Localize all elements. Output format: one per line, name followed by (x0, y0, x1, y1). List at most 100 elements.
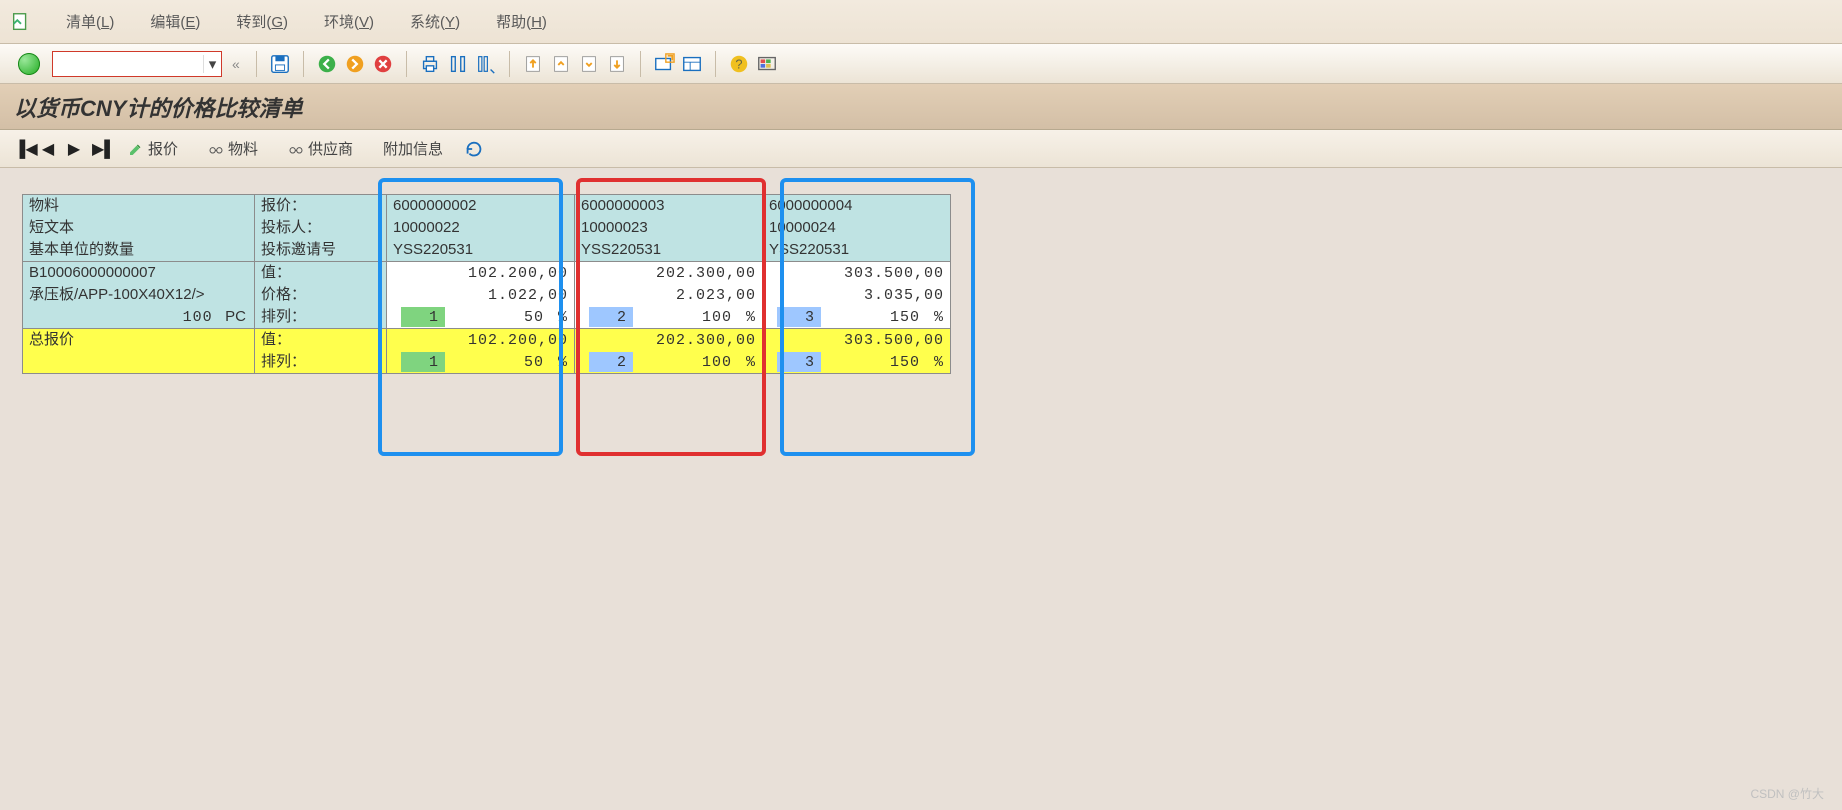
label-rank2: 排列： (255, 351, 386, 373)
quote3-bidder: 10000024 (763, 217, 950, 239)
quote2-total-rank: 2 (589, 352, 633, 372)
percent-sign: % (924, 309, 944, 326)
document-icon[interactable] (10, 11, 32, 33)
quote2-number: 6000000003 (575, 195, 762, 217)
quote1-rank: 1 (401, 307, 445, 327)
quote2-header: 6000000003 10000023 YSS220531 (575, 195, 763, 262)
label-baseqty: 基本单位的数量 (23, 239, 254, 261)
quote3-rank-row: 3 150 % (763, 306, 950, 328)
command-input[interactable] (53, 52, 203, 76)
label-value2: 值： (255, 329, 386, 351)
quote1-bidder: 10000022 (387, 217, 574, 239)
quote2-rank-row: 2 100 % (575, 306, 762, 328)
quote1-values: 102.200,00 1.022,00 1 50 % (387, 262, 575, 329)
material-code: B10006000000007 (23, 262, 254, 284)
quote1-header: 6000000002 10000022 YSS220531 (387, 195, 575, 262)
system-toolbar: ▾ « ? (0, 44, 1842, 84)
help-icon[interactable]: ? (728, 53, 750, 75)
separator (406, 51, 407, 77)
total-subtitle-cell: 值： 排列： (255, 329, 387, 374)
quote1-total-value: 102.200,00 (387, 329, 574, 351)
prev-page-icon[interactable] (550, 53, 572, 75)
separator (640, 51, 641, 77)
label-shorttext: 短文本 (23, 217, 254, 239)
quote3-total: 303.500,00 3 150 % (763, 329, 951, 374)
quote1-number: 6000000002 (387, 195, 574, 217)
back-icon[interactable] (316, 53, 338, 75)
watermark: CSDN @竹大 (1750, 785, 1824, 802)
quote3-value: 303.500,00 (763, 262, 950, 284)
find-next-icon[interactable] (475, 53, 497, 75)
next-page-icon[interactable] (578, 53, 600, 75)
first-page-icon[interactable] (522, 53, 544, 75)
menu-goto[interactable]: 转到(G) (218, 5, 306, 38)
quote3-total-rank: 3 (777, 352, 821, 372)
quote3-rank: 3 (777, 307, 821, 327)
quote3-total-rank-row: 3 150 % (763, 351, 950, 373)
quote-button[interactable]: 报价 (118, 135, 188, 162)
quote1-pct: 50 (524, 309, 544, 326)
glasses-icon (288, 141, 304, 157)
menu-list[interactable]: 清单(L) (48, 5, 132, 38)
header-material-col: 物料 短文本 基本单位的数量 (23, 195, 255, 262)
guillemet-icon[interactable]: « (228, 56, 244, 72)
comparison-grid: 物料 短文本 基本单位的数量 报价： 投标人： 投标邀请号 6000000002… (22, 194, 951, 374)
material-button[interactable]: 物料 (198, 135, 268, 162)
quote1-price: 1.022,00 (387, 284, 574, 306)
percent-sign: % (548, 354, 568, 371)
save-icon[interactable] (269, 53, 291, 75)
quote2-total: 202.300,00 2 100 % (575, 329, 763, 374)
extra-info-button[interactable]: 附加信息 (373, 135, 453, 162)
chevron-down-icon[interactable]: ▾ (203, 55, 221, 73)
quote1-value: 102.200,00 (387, 262, 574, 284)
new-session-icon[interactable] (653, 53, 675, 75)
quote1-rfq: YSS220531 (387, 239, 574, 261)
header-labels-col: 报价： 投标人： 投标邀请号 (255, 195, 387, 262)
menu-bar: 清单(L) 编辑(E) 转到(G) 环境(V) 系统(Y) 帮助(H) (0, 0, 1842, 44)
separator (303, 51, 304, 77)
total-label-cell: 总报价 (23, 329, 255, 374)
label-total: 总报价 (23, 329, 254, 351)
cancel-icon[interactable] (372, 53, 394, 75)
menu-system[interactable]: 系统(Y) (392, 5, 478, 38)
refresh-icon[interactable] (463, 138, 485, 160)
nav-next-icon[interactable]: ▶ (66, 139, 82, 159)
nav-last-icon[interactable]: ▶▌ (92, 139, 108, 159)
print-icon[interactable] (419, 53, 441, 75)
vendor-button[interactable]: 供应商 (278, 135, 363, 162)
nav-prev-icon[interactable]: ◀ (40, 139, 56, 159)
pencil-icon (128, 141, 144, 157)
label-bidder: 投标人： (255, 217, 386, 239)
enter-icon[interactable] (18, 53, 40, 75)
quote3-header: 6000000004 10000024 YSS220531 (763, 195, 951, 262)
quote3-total-pct: 150 (890, 354, 920, 371)
quote2-rfq: YSS220531 (575, 239, 762, 261)
menu-help[interactable]: 帮助(H) (478, 5, 565, 38)
quote1-total-rank-row: 1 50 % (387, 351, 574, 373)
quote2-values: 202.300,00 2.023,00 2 100 % (575, 262, 763, 329)
quote3-price: 3.035,00 (763, 284, 950, 306)
quote2-rank: 2 (589, 307, 633, 327)
find-icon[interactable] (447, 53, 469, 75)
layout-icon[interactable] (681, 53, 703, 75)
label-quote: 报价： (255, 195, 386, 217)
quote2-total-rank-row: 2 100 % (575, 351, 762, 373)
content-area: 物料 短文本 基本单位的数量 报价： 投标人： 投标邀请号 6000000002… (0, 168, 1842, 788)
quote1-rank-row: 1 50 % (387, 306, 574, 328)
svg-text:?: ? (735, 56, 742, 71)
menu-env[interactable]: 环境(V) (306, 5, 392, 38)
last-page-icon[interactable] (606, 53, 628, 75)
quote2-bidder: 10000023 (575, 217, 762, 239)
material-info: B10006000000007 承压板/APP-100X40X12/> 100 … (23, 262, 255, 329)
exit-icon[interactable] (344, 53, 366, 75)
percent-sign: % (736, 309, 756, 326)
quote3-values: 303.500,00 3.035,00 3 150 % (763, 262, 951, 329)
separator (715, 51, 716, 77)
quote2-pct: 100 (702, 309, 732, 326)
quote3-rfq: YSS220531 (763, 239, 950, 261)
nav-first-icon[interactable]: ▐◀ (14, 139, 30, 159)
customize-icon[interactable] (756, 53, 778, 75)
quote1-total-rank: 1 (401, 352, 445, 372)
command-field[interactable]: ▾ (52, 51, 222, 77)
menu-edit[interactable]: 编辑(E) (132, 5, 218, 38)
